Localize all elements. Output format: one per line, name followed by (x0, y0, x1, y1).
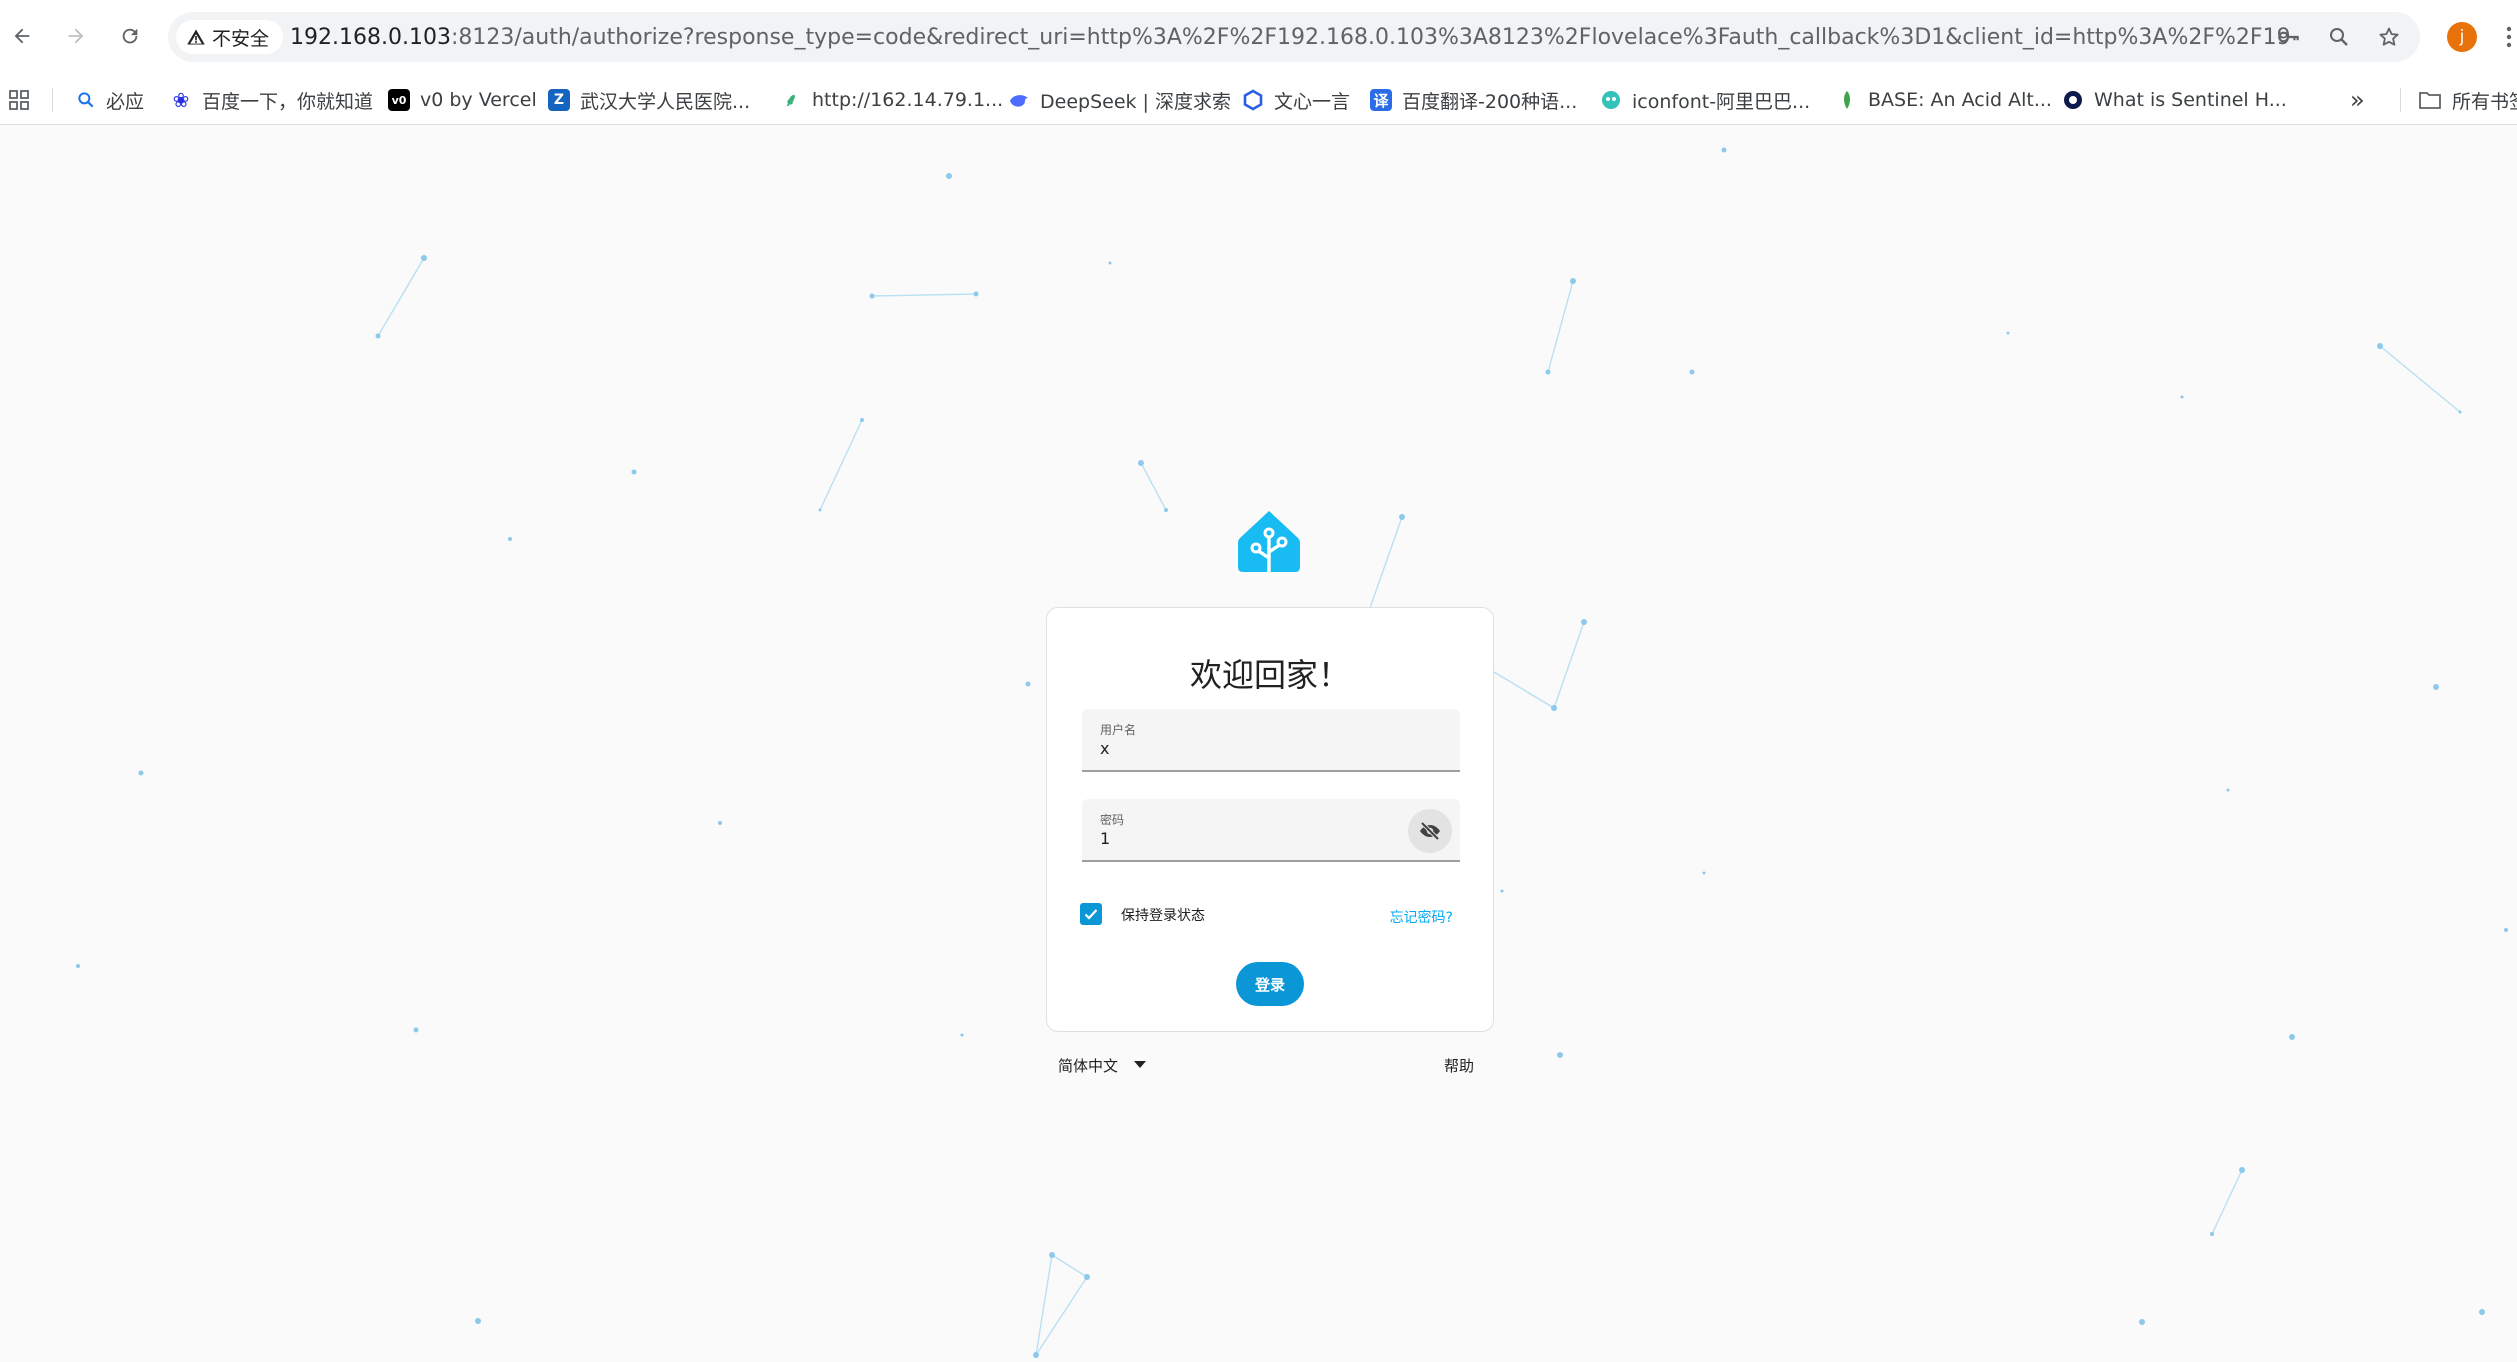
forward-button[interactable] (58, 18, 94, 54)
zoom-button[interactable] (2322, 20, 2356, 54)
browser-toolbar: 不安全 192.168.0.103:8123/auth/authorize?re… (0, 0, 2517, 76)
folder-icon (2419, 92, 2441, 109)
bookmarks-divider (52, 88, 53, 112)
reload-button[interactable] (112, 18, 148, 54)
sentinel-icon (2062, 89, 2084, 111)
username-input[interactable]: x (1100, 739, 1109, 758)
bookmark-item[interactable]: 必应 (76, 84, 144, 116)
v0-icon: v0 (388, 89, 410, 111)
deepseek-whale-icon (1008, 89, 1030, 111)
help-link[interactable]: 帮助 (1444, 1055, 1474, 1076)
bookmark-item[interactable]: BASE: An Acid Alt... (1836, 84, 2052, 116)
password-label: 密码 (1100, 813, 1125, 827)
reload-icon (122, 28, 138, 44)
check-icon (1084, 909, 1098, 920)
warning-icon (187, 29, 205, 45)
star-icon (2379, 27, 2399, 46)
page-title: 欢迎回家！ (1189, 656, 1350, 694)
bookmark-label: 文心一言 (1274, 90, 1351, 113)
username-label: 用户名 (1100, 723, 1137, 737)
search-icon (78, 92, 94, 108)
menu-button[interactable] (2500, 20, 2517, 54)
security-chip[interactable]: 不安全 (176, 20, 284, 54)
bookmark-label: DeepSeek | 深度求索 (1040, 90, 1231, 113)
bookmark-label: v0 by Vercel (420, 89, 537, 111)
password-key-button[interactable] (2272, 20, 2306, 54)
caret-down-icon (1134, 1061, 1147, 1068)
url-host: 192.168.0.103 (290, 24, 451, 50)
arrow-left-icon (14, 28, 30, 44)
login-card: 欢迎回家！ 用户名 x 密码 1 保持登录状态 忘记密码? 登录 (1046, 607, 1494, 1032)
url-path: :8123/auth/authorize?response_type=code&… (450, 24, 2290, 50)
remember-me-label[interactable]: 保持登录状态 (1121, 905, 1205, 925)
key-icon (2278, 31, 2299, 43)
arrow-right-icon (68, 28, 84, 44)
bookmark-item[interactable]: Z 武汉大学人民医院... (548, 84, 750, 116)
bookmark-label: 百度一下，你就知道 (202, 90, 374, 113)
bookmark-item[interactable]: v0 v0 by Vercel (388, 84, 537, 116)
more-bookmarks-button[interactable]: » (2350, 84, 2365, 116)
bookmark-item[interactable]: DeepSeek | 深度求索 (1008, 84, 1231, 116)
eye-off-icon (1420, 821, 1440, 841)
forgot-password-link[interactable]: 忘记密码? (1390, 907, 1453, 927)
bookmark-label: 武汉大学人民医院... (580, 90, 751, 113)
apps-grid-icon (9, 90, 29, 110)
bookmark-label: 必应 (106, 90, 145, 113)
bookmark-label: 百度翻译-200种语... (1402, 90, 1578, 113)
bookmark-item[interactable]: 译 百度翻译-200种语... (1370, 84, 1577, 116)
bookmark-item[interactable]: iconfont-阿里巴巴... (1600, 84, 1810, 116)
bookmark-label: http://162.14.79.1... (812, 89, 1004, 111)
bookmark-label: BASE: An Acid Alt... (1868, 89, 2052, 111)
password-input[interactable]: 1 (1100, 829, 1110, 848)
apps-button[interactable] (8, 84, 30, 116)
profile-avatar[interactable]: j (2447, 22, 2477, 52)
bookmarks-bar: 必应 ❀ 百度一下，你就知道 v0 v0 by Vercel Z 武汉大学人民医… (0, 76, 2517, 125)
plant-icon: ⸙ (780, 89, 802, 111)
bookmark-item[interactable]: What is Sentinel H... (2062, 84, 2287, 116)
more-vert-icon (2506, 26, 2512, 48)
remember-me-checkbox[interactable] (1080, 903, 1102, 925)
zoom-icon (2330, 28, 2348, 46)
address-bar[interactable]: 不安全 192.168.0.103:8123/auth/authorize?re… (168, 12, 2420, 62)
url-text[interactable]: 192.168.0.103:8123/auth/authorize?respon… (290, 12, 2290, 62)
back-button[interactable] (4, 18, 40, 54)
bookmark-star-button[interactable] (2372, 20, 2406, 54)
bookmarks-divider (2400, 88, 2401, 112)
all-bookmarks-folder[interactable]: 所有书签 (2418, 84, 2517, 116)
username-field[interactable]: 用户名 x (1082, 709, 1460, 772)
language-select[interactable]: 简体中文 (1058, 1053, 1147, 1077)
bookmark-label: What is Sentinel H... (2094, 89, 2287, 111)
wenxin-icon (1242, 89, 1264, 111)
security-label: 不安全 (212, 27, 270, 50)
baidu-paw-icon: ❀ (170, 88, 192, 112)
bookmark-label: iconfont-阿里巴巴... (1632, 90, 1811, 113)
bookmark-item[interactable]: ❀ 百度一下，你就知道 (170, 84, 373, 116)
password-field[interactable]: 密码 1 (1082, 799, 1460, 862)
home-assistant-logo (1238, 511, 1300, 574)
all-bookmarks-label: 所有书签 (2452, 90, 2517, 113)
language-value: 简体中文 (1058, 1056, 1119, 1075)
hospital-icon: Z (548, 89, 570, 111)
toggle-password-visibility-button[interactable] (1408, 809, 1452, 853)
iconfont-icon (1600, 89, 1622, 111)
bookmark-item[interactable]: ⸙ http://162.14.79.1... (780, 84, 1003, 116)
translate-icon: 译 (1370, 89, 1392, 111)
leaf-icon (1836, 89, 1858, 111)
bookmark-item[interactable]: 文心一言 (1242, 84, 1350, 116)
login-button[interactable]: 登录 (1236, 962, 1304, 1006)
